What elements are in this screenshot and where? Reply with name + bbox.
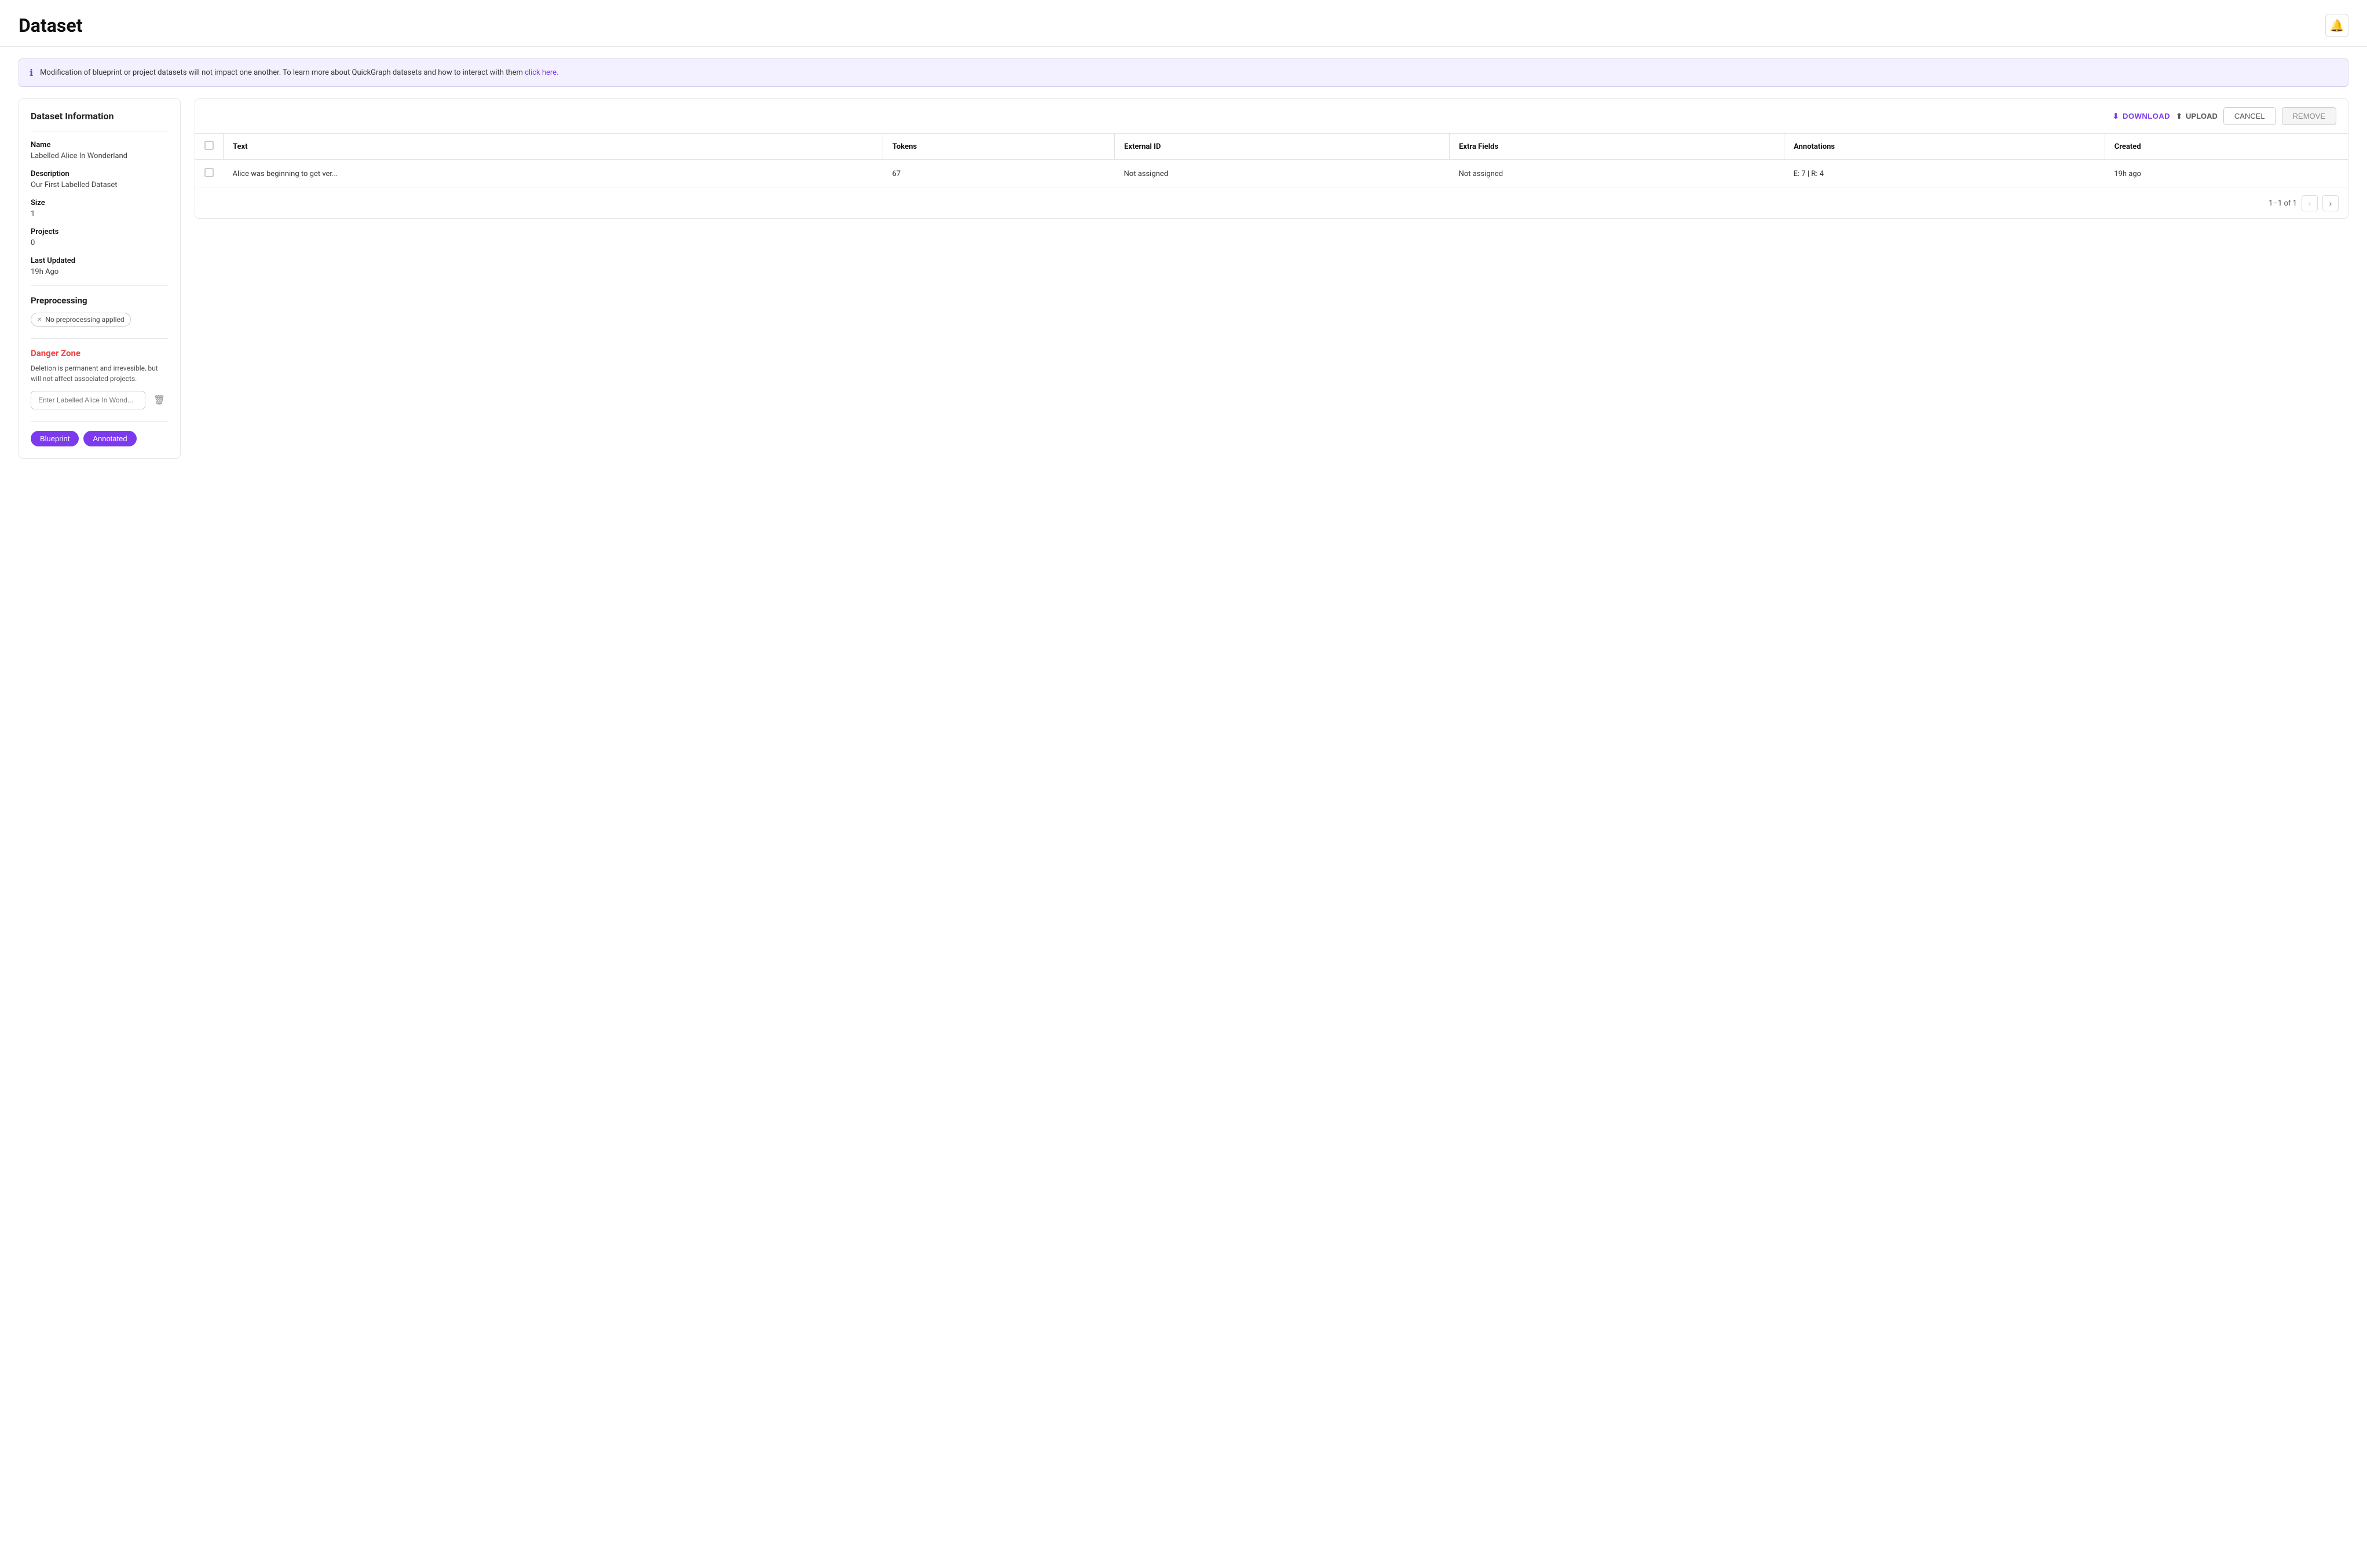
preprocessing-title: Preprocessing <box>31 295 169 306</box>
next-page-button[interactable]: › <box>2322 195 2339 211</box>
prev-page-button[interactable]: ‹ <box>2302 195 2318 211</box>
footer-tabs: Blueprint Annotated <box>31 421 169 446</box>
table-toolbar: ⬇ DOWNLOAD ⬆ UPLOAD CANCEL REMOVE <box>195 99 2348 134</box>
table-row: Alice was beginning to get ver... 67 Not… <box>195 160 2348 188</box>
row-checkbox-cell <box>195 160 224 188</box>
page-title: Dataset <box>19 14 82 36</box>
header-external-id: External ID <box>1115 134 1450 160</box>
pagination-row: 1–1 of 1 ‹ › <box>195 188 2348 219</box>
row-text: Alice was beginning to get ver... <box>224 160 883 188</box>
download-button[interactable]: ⬇ DOWNLOAD <box>2113 112 2170 121</box>
main-content: Dataset Information Name Labelled Alice … <box>0 98 2367 477</box>
header-tokens: Tokens <box>883 134 1114 160</box>
panel-title: Dataset Information <box>31 111 169 131</box>
header-checkbox-cell <box>195 134 224 160</box>
value-description: Our First Labelled Dataset <box>31 181 169 189</box>
label-description: Description <box>31 170 169 178</box>
row-checkbox[interactable] <box>204 168 214 177</box>
select-all-checkbox[interactable] <box>204 141 214 150</box>
row-extra-fields: Not assigned <box>1450 160 1784 188</box>
field-name: Name Labelled Alice In Wonderland <box>31 141 169 160</box>
chevron-right-icon: › <box>2329 199 2332 208</box>
header-created: Created <box>2105 134 2348 160</box>
field-projects: Projects 0 <box>31 228 169 247</box>
chevron-left-icon: ‹ <box>2309 199 2311 208</box>
pagination-label: 1–1 of 1 <box>2269 199 2297 208</box>
dataset-table-panel: ⬇ DOWNLOAD ⬆ UPLOAD CANCEL REMOVE Text T… <box>195 98 2348 219</box>
data-table: Text Tokens External ID Extra Fields Ann… <box>195 134 2348 218</box>
field-size: Size 1 <box>31 199 169 218</box>
header-extra-fields: Extra Fields <box>1450 134 1784 160</box>
header-text: Text <box>224 134 883 160</box>
label-size: Size <box>31 199 169 207</box>
upload-icon: ⬆ <box>2176 112 2182 121</box>
row-annotations: E: 7 | R: 4 <box>1784 160 2105 188</box>
value-last-updated: 19h Ago <box>31 268 169 276</box>
preprocessing-tag-label: No preprocessing applied <box>45 316 124 324</box>
row-created: 19h ago <box>2105 160 2348 188</box>
remove-button[interactable]: REMOVE <box>2282 107 2336 125</box>
info-icon: ℹ <box>30 67 33 78</box>
dataset-info-panel: Dataset Information Name Labelled Alice … <box>19 98 181 459</box>
delete-confirm-input[interactable] <box>31 391 145 409</box>
preprocessing-tag: ✕ No preprocessing applied <box>31 313 131 327</box>
field-last-updated: Last Updated 19h Ago <box>31 257 169 276</box>
pagination-controls: 1–1 of 1 ‹ › <box>2269 195 2339 211</box>
row-tokens: 67 <box>883 160 1114 188</box>
download-label: DOWNLOAD <box>2123 112 2170 120</box>
page-header: Dataset 🔔 <box>0 0 2367 47</box>
value-size: 1 <box>31 210 169 218</box>
notification-button[interactable]: 🔔 <box>2325 14 2348 37</box>
info-banner: ℹ Modification of blueprint or project d… <box>19 58 2348 87</box>
tab-annotated[interactable]: Annotated <box>83 431 136 446</box>
label-last-updated: Last Updated <box>31 257 169 265</box>
close-icon: ✕ <box>37 317 42 323</box>
field-description: Description Our First Labelled Dataset <box>31 170 169 189</box>
trash-icon: 🗑 <box>153 394 165 406</box>
value-projects: 0 <box>31 239 169 247</box>
row-external-id: Not assigned <box>1115 160 1450 188</box>
pagination-cell: 1–1 of 1 ‹ › <box>195 188 2348 219</box>
banner-link[interactable]: click here. <box>525 68 558 77</box>
header-annotations: Annotations <box>1784 134 2105 160</box>
danger-input-row: 🗑 <box>31 391 169 409</box>
table-header-row: Text Tokens External ID Extra Fields Ann… <box>195 134 2348 160</box>
upload-button[interactable]: ⬆ UPLOAD <box>2176 112 2218 121</box>
banner-text: Modification of blueprint or project dat… <box>40 68 558 77</box>
cancel-button[interactable]: CANCEL <box>2223 107 2276 125</box>
delete-button[interactable]: 🗑 <box>150 391 169 409</box>
danger-zone: Danger Zone Deletion is permanent and ir… <box>31 338 169 409</box>
bell-icon: 🔔 <box>2330 19 2344 33</box>
upload-label: UPLOAD <box>2186 112 2218 120</box>
danger-zone-title: Danger Zone <box>31 348 169 358</box>
download-icon: ⬇ <box>2113 112 2119 121</box>
label-name: Name <box>31 141 169 149</box>
label-projects: Projects <box>31 228 169 236</box>
tab-blueprint[interactable]: Blueprint <box>31 431 79 446</box>
value-name: Labelled Alice In Wonderland <box>31 152 169 160</box>
danger-zone-description: Deletion is permanent and irrevesible, b… <box>31 363 169 384</box>
section-divider-1 <box>31 285 169 286</box>
